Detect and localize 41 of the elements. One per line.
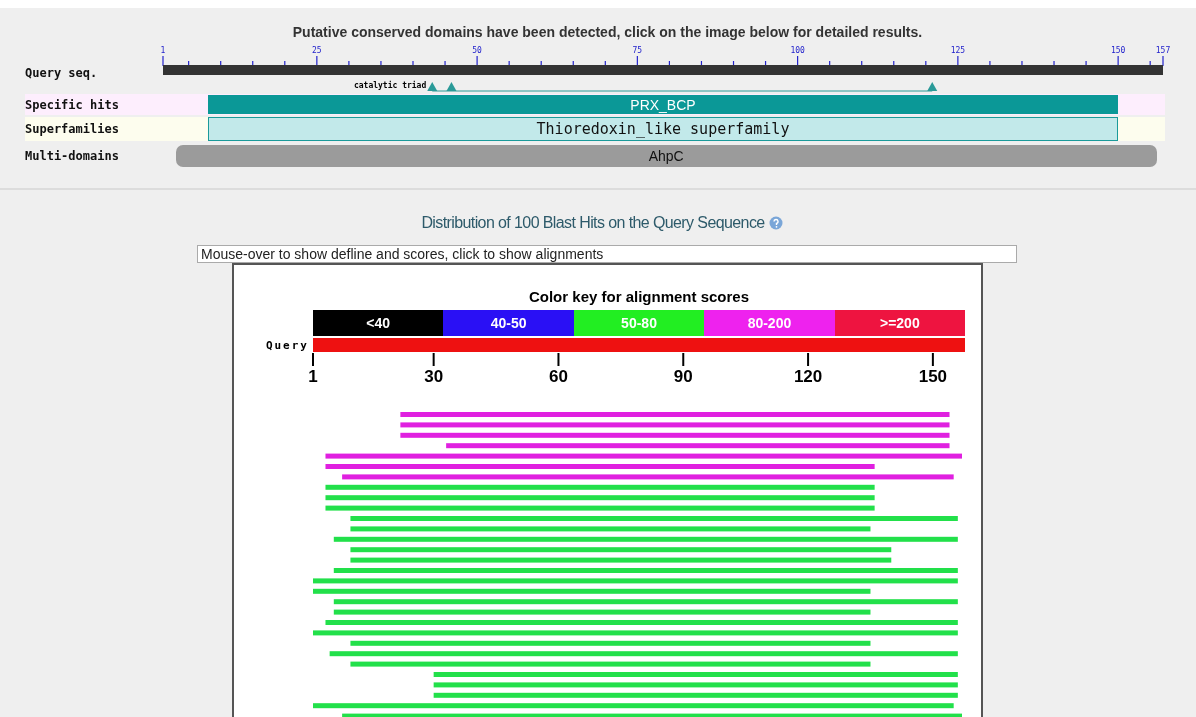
row-label: Multi-domains bbox=[25, 149, 120, 163]
results-heading: Putative conserved domains have been detected, click on the image below for detailed results. bbox=[291, 24, 924, 40]
axis-tick bbox=[931, 352, 934, 367]
row-label: Specific hits bbox=[25, 97, 120, 112]
score-key: 50-80 bbox=[573, 310, 705, 336]
hits-title: Distribution of 100 Blast Hits on the Query Sequence bbox=[421, 214, 765, 232]
ruler-label: 25 bbox=[312, 46, 322, 55]
axis-label: 90 bbox=[673, 367, 693, 386]
feature-markers-drawing[interactable] bbox=[427, 82, 938, 92]
ruler-label: 150 bbox=[1110, 46, 1126, 55]
domain-bar[interactable]: AhpC bbox=[175, 145, 1157, 167]
score-key: 40-50 bbox=[443, 310, 574, 336]
axis-tick bbox=[312, 352, 314, 367]
score-key: <40 bbox=[313, 310, 444, 336]
axis-tick bbox=[807, 352, 810, 367]
query-label: Query bbox=[264, 338, 309, 352]
hit-bars-drawing[interactable] bbox=[313, 412, 962, 717]
ruler-label: 100 bbox=[790, 46, 805, 55]
axis-label: 30 bbox=[424, 367, 444, 386]
ruler-label: 157 bbox=[1155, 46, 1171, 55]
ruler-label: 125 bbox=[950, 46, 966, 55]
help-icon[interactable] bbox=[768, 216, 783, 230]
axis-label: 150 bbox=[918, 367, 948, 386]
axis-tick bbox=[432, 352, 435, 367]
ruler-label: 50 bbox=[472, 46, 482, 55]
axis-tick bbox=[557, 352, 560, 367]
row-label: Query seq. bbox=[25, 66, 99, 80]
ruler-label: 1 bbox=[160, 46, 166, 55]
domain-bar[interactable]: PRX_BCP bbox=[207, 95, 1119, 114]
key-title: Color key for alignment scores bbox=[527, 288, 751, 305]
score-key: 80-200 bbox=[704, 310, 835, 336]
feature-label: catalytic triad bbox=[354, 81, 427, 90]
axis-label: 1 bbox=[308, 367, 318, 386]
info-field[interactable]: Mouse-over to show defline and scores, click to show alignments bbox=[197, 245, 1017, 263]
axis-label: 120 bbox=[793, 367, 823, 386]
axis-tick bbox=[682, 352, 685, 367]
axis-label: 60 bbox=[549, 367, 568, 386]
row-label: Superfamilies bbox=[25, 122, 120, 136]
domain-bar[interactable]: Thioredoxin_like superfamily bbox=[207, 117, 1119, 141]
ruler-label: 75 bbox=[632, 46, 643, 55]
score-key: >=200 bbox=[834, 310, 966, 336]
